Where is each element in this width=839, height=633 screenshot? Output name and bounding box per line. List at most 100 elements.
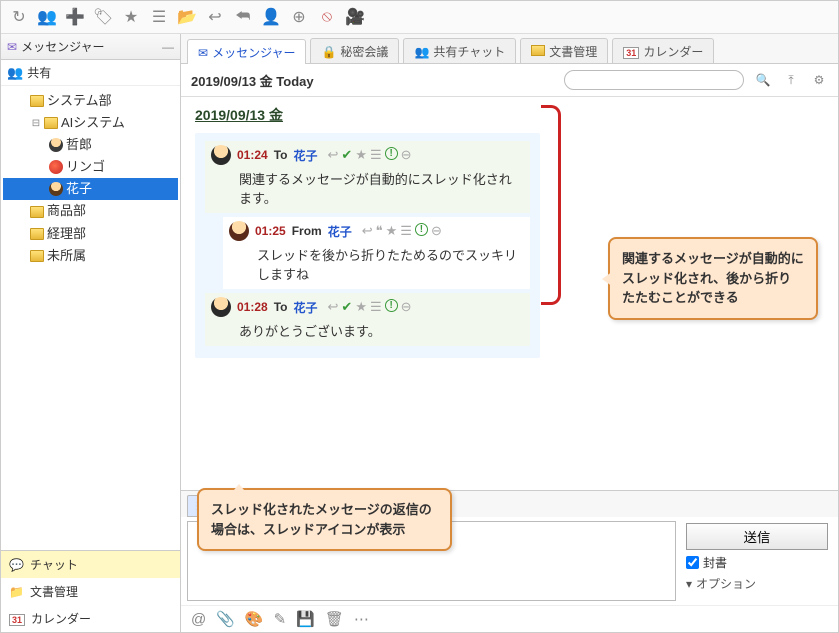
thread-bracket-annotation	[541, 105, 561, 305]
star-icon[interactable]: ★	[386, 223, 398, 239]
edit-icon[interactable]: ✎	[274, 610, 287, 628]
share-icon: 👥	[414, 45, 429, 59]
status-busy-icon[interactable]: ⦸	[317, 7, 337, 27]
tab-共有チャット[interactable]: 👥 共有チャット	[403, 38, 516, 63]
nav-item-文書管理[interactable]: 📁文書管理	[1, 578, 180, 605]
folder-open-icon[interactable]: 📂	[177, 7, 197, 27]
seal-checkbox-input[interactable]	[686, 556, 699, 569]
folder-icon	[30, 250, 44, 262]
refresh-icon[interactable]: ↻	[9, 7, 29, 27]
folder-icon	[44, 117, 58, 129]
message-body: スレッドを後から折りたためるのでスッキリしますね	[229, 241, 524, 285]
app-window: ↻ 👥 ➕ 🏷 ★ ☰ 📂 ↩ ⮪ 👤 ⊕ ⦸ 🎥 ✉ メッセンジャー — 共有…	[0, 0, 839, 633]
add-contact-icon[interactable]: ➕	[65, 7, 85, 27]
menu-icon[interactable]: ☰	[370, 147, 382, 163]
collapse-sidebar-icon[interactable]: —	[162, 40, 174, 54]
group-icon[interactable]: 👥	[37, 7, 57, 27]
tab-label: メッセンジャー	[212, 44, 295, 61]
tree-item-AIシステム[interactable]: ⊟AIシステム	[3, 112, 178, 134]
video-icon[interactable]: 🎥	[345, 7, 365, 27]
tab-秘密会議[interactable]: 🔒秘密会議	[310, 38, 399, 63]
nav-item-カレンダー[interactable]: 31カレンダー	[1, 605, 180, 632]
tree-item-label: 未所属	[47, 245, 86, 267]
tree-expander-icon[interactable]: ⊟	[31, 115, 41, 132]
tab-メッセンジャー[interactable]: ✉ メッセンジャー	[187, 39, 306, 64]
reply-icon[interactable]: ↩	[328, 299, 339, 315]
nav-icon: 31	[9, 612, 25, 626]
current-date: 2019/09/13 金 Today	[191, 71, 314, 90]
collapse-icon[interactable]: ⊖	[401, 299, 412, 315]
collapse-icon[interactable]: ⊖	[431, 223, 442, 239]
message-avatar-icon	[229, 221, 249, 241]
alert-icon[interactable]: !	[385, 147, 398, 160]
star-icon[interactable]: ★	[121, 7, 141, 27]
tree-item-哲郎[interactable]: 哲郎	[3, 134, 178, 156]
reply-icon[interactable]: ↩	[362, 223, 373, 239]
mail-icon: ✉	[7, 40, 17, 54]
tree-item-花子[interactable]: 花子	[3, 178, 178, 200]
nav-item-チャット[interactable]: 💬チャット	[1, 551, 180, 578]
tab-label: 秘密会議	[340, 43, 388, 60]
left-bottom-nav: 💬チャット📁文書管理31カレンダー	[1, 550, 180, 632]
tree-item-未所属[interactable]: 未所属	[3, 245, 178, 267]
tree-item-label: 花子	[66, 178, 92, 200]
collapse-icon[interactable]: ⊖	[401, 147, 412, 163]
folder-icon	[531, 45, 545, 59]
more-icon[interactable]: ⋯	[354, 610, 369, 628]
main-tabs: ✉ メッセンジャー 🔒秘密会議 👥 共有チャット文書管理31カレンダー	[181, 34, 838, 64]
mail-icon: ✉	[198, 46, 208, 60]
contacts-icon[interactable]: 👤	[261, 7, 281, 27]
message-area: 2019/09/13 金 01:24To花子↩✔★☰!⊖関連するメッセージが自動…	[181, 97, 838, 490]
right-panel: ✉ メッセンジャー 🔒秘密会議 👥 共有チャット文書管理31カレンダー 2019/09/…	[181, 34, 838, 632]
gear-icon[interactable]: ⚙	[810, 71, 828, 89]
tab-label: 共有チャット	[433, 43, 505, 60]
scroll-top-icon[interactable]: ⤒	[782, 71, 800, 89]
reply-icon[interactable]: ↩	[205, 7, 225, 27]
menu-icon[interactable]: ☰	[370, 299, 382, 315]
message-recipient: 花子	[293, 147, 317, 164]
thread-list-icon[interactable]: ☰	[149, 7, 169, 27]
alert-icon[interactable]: !	[385, 299, 398, 312]
share-header[interactable]: 共有	[1, 60, 180, 86]
tree-item-システム部[interactable]: システム部	[3, 90, 178, 112]
callout-right: 関連するメッセージが自動的にスレッド化され、後から折りたたむことができる	[608, 237, 818, 320]
add-group-icon[interactable]: ⊕	[289, 7, 309, 27]
compose-area: ☷ 01:24 関連するメ… 花子 送信 封書	[181, 490, 838, 632]
attach-icon[interactable]: 📎	[216, 610, 235, 628]
search-icon[interactable]: 🔍	[754, 71, 772, 89]
color-icon[interactable]: 🎨	[245, 610, 264, 628]
message-direction: To	[274, 148, 288, 162]
tree-item-経理部[interactable]: 経理部	[3, 223, 178, 245]
star-icon[interactable]: ★	[355, 299, 367, 315]
option-toggle[interactable]: ▾ オプション	[686, 575, 828, 592]
compose-toolbar: @ 📎 🎨 ✎ 💾 🗑 ⋯	[181, 605, 838, 632]
tab-カレンダー[interactable]: 31カレンダー	[612, 38, 714, 63]
avatar-icon	[49, 160, 63, 174]
message-header: 01:25From花子↩❝★☰!⊖	[229, 221, 524, 241]
send-button[interactable]: 送信	[686, 523, 828, 550]
check-icon[interactable]: ✔	[341, 147, 352, 163]
quote-icon[interactable]: ❝	[376, 223, 383, 239]
tree-item-商品部[interactable]: 商品部	[3, 200, 178, 222]
cal-icon: 31	[623, 45, 639, 59]
sidebar-title: メッセンジャー	[21, 38, 104, 55]
tag-icon[interactable]: 🏷	[93, 7, 113, 27]
folder-icon	[30, 95, 44, 107]
message-direction: To	[274, 300, 288, 314]
save-icon[interactable]: 💾	[296, 610, 315, 628]
star-icon[interactable]: ★	[355, 147, 367, 163]
seal-checkbox[interactable]: 封書	[686, 554, 828, 571]
tree-item-リンゴ[interactable]: リンゴ	[3, 156, 178, 178]
tab-文書管理[interactable]: 文書管理	[520, 38, 608, 63]
reply-icon[interactable]: ↩	[328, 147, 339, 163]
nav-icon: 💬	[9, 558, 24, 572]
delete-icon[interactable]: 🗑	[325, 610, 344, 628]
mention-icon[interactable]: @	[191, 611, 206, 628]
search-input[interactable]	[564, 70, 744, 90]
check-icon[interactable]: ✔	[341, 299, 352, 315]
alert-icon[interactable]: !	[415, 223, 428, 236]
tree-item-label: システム部	[47, 90, 112, 112]
menu-icon[interactable]: ☰	[400, 223, 412, 239]
sidebar-header[interactable]: ✉ メッセンジャー —	[1, 34, 180, 60]
reply-all-icon[interactable]: ⮪	[233, 7, 253, 27]
